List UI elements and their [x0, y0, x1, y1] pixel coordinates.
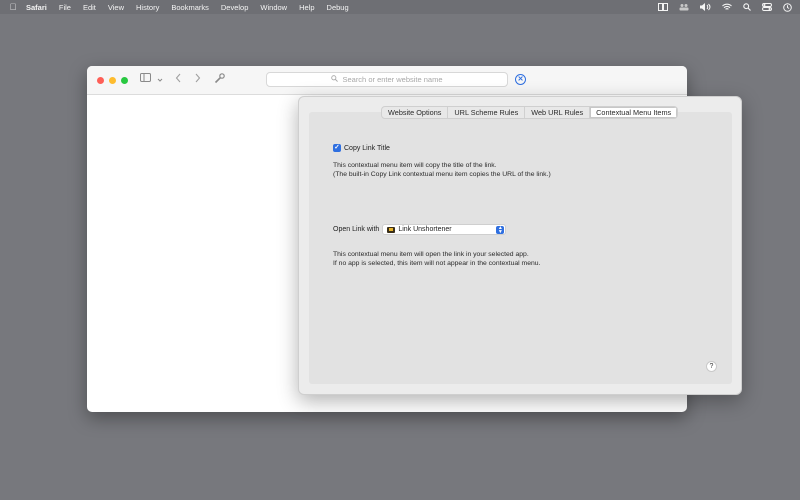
- copy-link-title-label[interactable]: Copy Link Title: [344, 145, 390, 152]
- chevron-down-icon[interactable]: [157, 74, 163, 88]
- address-placeholder: Search or enter website name: [342, 75, 443, 84]
- menu-bar:  Safari File Edit View History Bookmark…: [0, 0, 800, 14]
- search-icon: [331, 75, 339, 84]
- tab-website-options[interactable]: Website Options: [382, 107, 449, 118]
- menu-safari[interactable]: Safari: [26, 3, 47, 12]
- settings-panel: Website Options URL Scheme Rules Web URL…: [309, 106, 732, 384]
- copy-link-desc-line1: This contextual menu item will copy the …: [333, 162, 497, 169]
- menu-edit[interactable]: Edit: [83, 3, 96, 12]
- extension-popover: Website Options URL Scheme Rules Web URL…: [298, 96, 742, 395]
- close-window-button[interactable]: [97, 77, 104, 84]
- menu-debug[interactable]: Debug: [327, 3, 349, 12]
- menu-file[interactable]: File: [59, 3, 71, 12]
- link-unshortener-app-icon: [387, 226, 396, 233]
- tab-web-url-rules[interactable]: Web URL Rules: [525, 107, 591, 118]
- open-link-with-description: This contextual menu item will open the …: [333, 250, 540, 268]
- wifi-icon[interactable]: [722, 3, 732, 11]
- clock-icon[interactable]: [783, 2, 792, 12]
- control-center-icon[interactable]: [762, 3, 772, 11]
- menu-history[interactable]: History: [136, 3, 159, 12]
- menu-extras: [658, 0, 792, 14]
- select-stepper-icon: ▲ ▼: [496, 225, 505, 235]
- help-button[interactable]: ?: [706, 361, 717, 372]
- address-bar[interactable]: Search or enter website name: [266, 72, 508, 87]
- copy-link-desc-line2: (The built-in Copy Link contextual menu …: [333, 171, 551, 178]
- checkmark-icon: ✓: [334, 144, 340, 151]
- open-link-desc-line1: This contextual menu item will open the …: [333, 251, 529, 258]
- tab-url-scheme-rules[interactable]: URL Scheme Rules: [448, 107, 526, 118]
- minimize-window-button[interactable]: [109, 77, 116, 84]
- menu-view[interactable]: View: [108, 3, 124, 12]
- copy-link-title-description: This contextual menu item will copy the …: [333, 161, 551, 179]
- apple-icon[interactable]: : [0, 2, 26, 12]
- open-link-with-row: Open Link with Link Unshortener ▲ ▼: [333, 224, 507, 235]
- menu-help[interactable]: Help: [299, 3, 314, 12]
- zoom-window-button[interactable]: [121, 77, 128, 84]
- split-view-icon[interactable]: [658, 3, 668, 11]
- spotlight-icon[interactable]: [743, 3, 751, 11]
- copy-link-title-checkbox[interactable]: ✓: [333, 144, 341, 152]
- open-link-with-label: Open Link with: [333, 226, 380, 233]
- extension-icon: ✕: [517, 76, 524, 83]
- forward-icon[interactable]: [194, 73, 201, 88]
- back-icon[interactable]: [175, 73, 182, 88]
- tab-contextual-menu-items[interactable]: Contextual Menu Items: [590, 107, 678, 118]
- menu-window[interactable]: Window: [260, 3, 287, 12]
- toolbar: Search or enter website name ✕: [87, 66, 687, 95]
- open-link-desc-line2: If no app is selected, this item will no…: [333, 260, 541, 267]
- menu-bookmarks[interactable]: Bookmarks: [171, 3, 209, 12]
- tab-bar: Website Options URL Scheme Rules Web URL…: [381, 106, 679, 119]
- selected-app-label: Link Unshortener: [398, 226, 452, 233]
- wrench-icon[interactable]: [214, 73, 225, 89]
- app-select[interactable]: Link Unshortener ▲ ▼: [382, 224, 507, 235]
- volume-icon[interactable]: [700, 3, 711, 11]
- menu-develop[interactable]: Develop: [221, 3, 249, 12]
- extension-button[interactable]: ✕: [515, 74, 526, 85]
- people-icon[interactable]: [679, 3, 689, 11]
- copy-link-title-row: ✓ Copy Link Title: [333, 144, 390, 152]
- sidebar-toggle-icon[interactable]: [140, 73, 151, 87]
